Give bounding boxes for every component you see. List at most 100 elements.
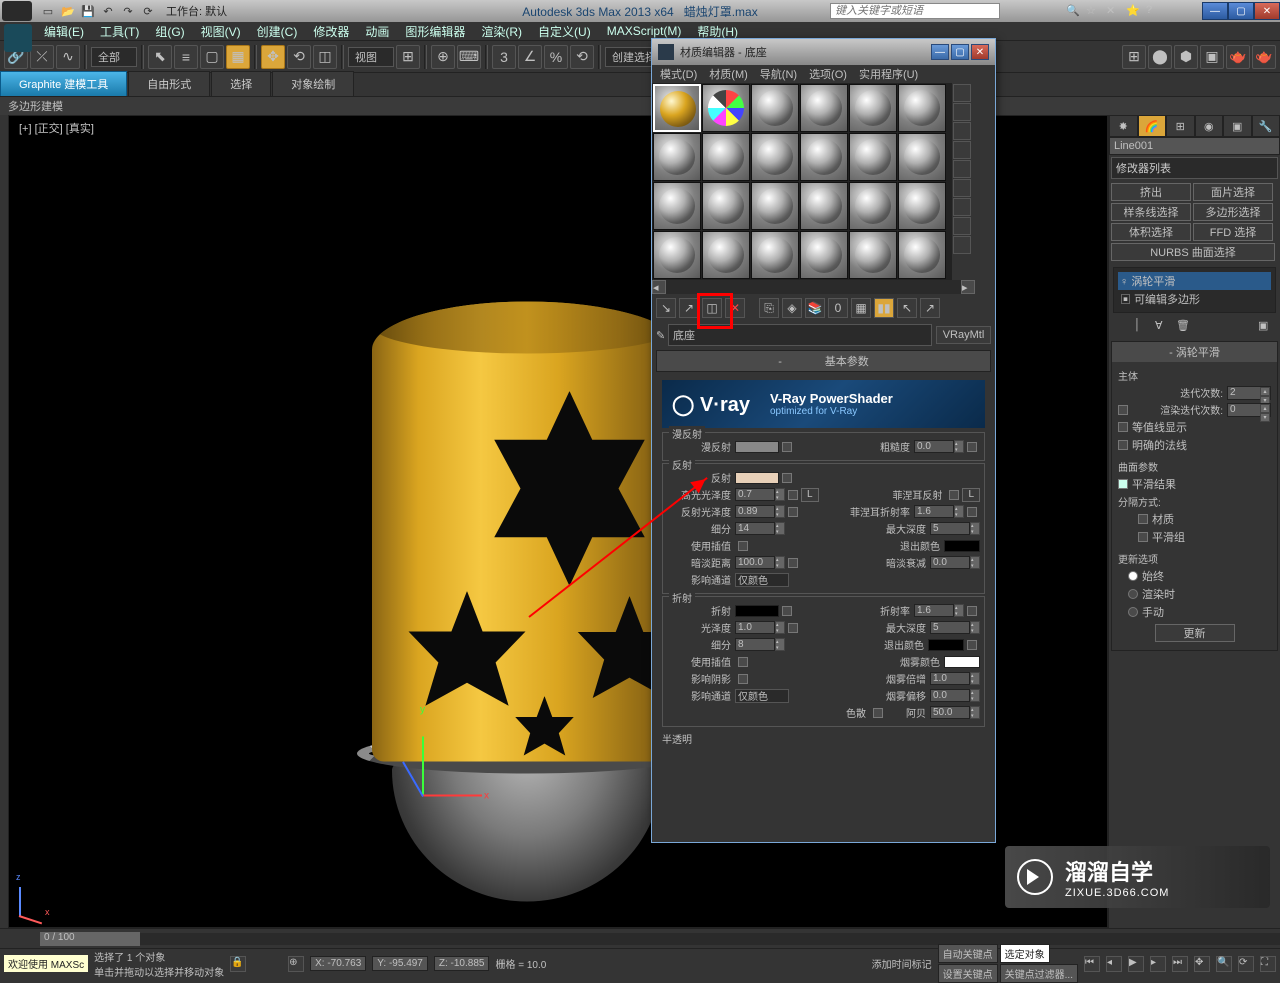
mat-maximize-button[interactable]: ▢	[951, 44, 969, 60]
options-icon[interactable]	[953, 198, 971, 216]
show-end-icon[interactable]: │	[1134, 319, 1152, 337]
selection-filter[interactable]: 全部	[91, 47, 137, 67]
display-tab-icon[interactable]: ▣	[1223, 115, 1252, 137]
rect-select-icon[interactable]: ▢	[200, 45, 224, 69]
render-frame-icon[interactable]: ▣	[1200, 45, 1224, 69]
modifier-stack[interactable]: ♀ 涡轮平滑 ▣ 可编辑多边形	[1113, 267, 1276, 313]
refract-gloss-map-checkbox[interactable]	[788, 623, 798, 633]
refract-maxdepth-spinner[interactable]: 5	[930, 621, 970, 634]
hilight-gloss-spinner[interactable]: 0.7	[735, 488, 775, 501]
schematic-icon[interactable]: ⊞	[1122, 45, 1146, 69]
stack-item-editable-poly[interactable]: ▣ 可编辑多边形	[1118, 290, 1271, 308]
menu-create[interactable]: 创建(C)	[249, 23, 306, 40]
fresnel-checkbox[interactable]	[949, 490, 959, 500]
refract-swatch[interactable]	[735, 605, 779, 617]
modifier-extrude[interactable]: 挤出	[1111, 183, 1191, 201]
modify-tab-icon[interactable]: 🌈	[1138, 115, 1167, 137]
modifier-nurbs-select[interactable]: NURBS 曲面选择	[1111, 243, 1275, 261]
mat-menu-options[interactable]: 选项(O)	[805, 66, 851, 82]
create-tab-icon[interactable]: ✸	[1109, 115, 1138, 137]
reflect-gloss-spinner[interactable]: 0.89	[735, 505, 775, 518]
material-slot-17[interactable]	[849, 182, 897, 230]
fresnel-ior-map-checkbox[interactable]	[967, 507, 977, 517]
undo-icon[interactable]: ↶	[100, 3, 116, 19]
spinner-snap-icon[interactable]: ⟲	[570, 45, 594, 69]
ref-coord-combo[interactable]: 视图	[348, 47, 394, 67]
remove-mod-icon[interactable]: 🗑	[1176, 319, 1194, 337]
preview-icon[interactable]	[953, 179, 971, 197]
add-time-tag[interactable]: 添加时间标记	[872, 956, 932, 971]
utilities-tab-icon[interactable]: 🔧	[1252, 115, 1280, 137]
material-slot-3[interactable]	[751, 84, 799, 132]
material-slot-22[interactable]	[800, 231, 848, 279]
fog-bias-spinner[interactable]: 0.0	[930, 689, 970, 702]
menu-modifier[interactable]: 修改器	[305, 23, 357, 40]
minimize-button[interactable]: —	[1202, 2, 1228, 20]
reflect-interp-checkbox[interactable]	[738, 541, 748, 551]
smooth-result-checkbox[interactable]	[1118, 479, 1128, 489]
redo-icon[interactable]: ↷	[120, 3, 136, 19]
refract-ior-spinner[interactable]: 1.6	[914, 604, 954, 617]
render-iter-spinner[interactable]: 0▴▾	[1227, 403, 1271, 417]
search-input[interactable]	[830, 3, 1000, 19]
z-field[interactable]: Z: -10.885	[434, 956, 490, 971]
stack-item-turbosmooth[interactable]: ♀ 涡轮平滑	[1118, 272, 1271, 290]
modifier-poly-select[interactable]: 多边形选择	[1193, 203, 1273, 221]
mat-menu-utils[interactable]: 实用程序(U)	[855, 66, 922, 82]
modifier-vol-select[interactable]: 体积选择	[1111, 223, 1191, 241]
abs-mode-icon[interactable]: ⊕	[288, 956, 304, 972]
refract-map-checkbox[interactable]	[782, 606, 792, 616]
uv-tile-icon[interactable]	[953, 141, 971, 159]
explicit-checkbox[interactable]	[1118, 440, 1128, 450]
refract-gloss-spinner[interactable]: 1.0	[735, 621, 775, 634]
communication-icon[interactable]: ☆	[1086, 4, 1100, 18]
play-next-icon[interactable]: ▸	[1150, 956, 1166, 972]
refract-interp-checkbox[interactable]	[738, 657, 748, 667]
dim-dist-checkbox[interactable]	[788, 558, 798, 568]
material-slot-21[interactable]	[751, 231, 799, 279]
play-end-icon[interactable]: ⏭	[1172, 956, 1188, 972]
lock-selection-icon[interactable]: 🔒	[230, 956, 246, 972]
material-slot-15[interactable]	[751, 182, 799, 230]
abbe-spinner[interactable]: 50.0	[930, 706, 970, 719]
window-crossing-icon[interactable]: ▦	[226, 45, 250, 69]
set-key-button[interactable]: 设置关键点	[938, 964, 998, 983]
material-slot-4[interactable]	[800, 84, 848, 132]
refract-affect-combo[interactable]: 仅颜色	[735, 689, 789, 703]
fog-mult-spinner[interactable]: 1.0	[930, 672, 970, 685]
menu-help[interactable]: 帮助(H)	[689, 23, 746, 40]
teapot-icon[interactable]: 🫖	[1226, 45, 1250, 69]
material-slot-18[interactable]	[898, 182, 946, 230]
roughness-spinner[interactable]: 0.0	[914, 440, 954, 453]
unique-icon[interactable]: ∀	[1155, 319, 1173, 337]
video-check-icon[interactable]	[953, 160, 971, 178]
background-icon[interactable]	[953, 122, 971, 140]
play-icon[interactable]: ▶	[1128, 956, 1144, 972]
app-icon[interactable]	[2, 1, 32, 21]
render-iter-checkbox[interactable]	[1118, 405, 1128, 415]
percent-snap-icon[interactable]: %	[544, 45, 568, 69]
put-to-scene-icon[interactable]: ↗	[679, 298, 699, 318]
motion-tab-icon[interactable]: ◉	[1195, 115, 1224, 137]
update-button[interactable]: 更新	[1155, 624, 1235, 642]
show-end-result-icon[interactable]: ▮▮	[874, 298, 894, 318]
move-tool-icon[interactable]: ✥	[261, 45, 285, 69]
render-setup-icon[interactable]: ⬢	[1174, 45, 1198, 69]
material-editor-icon[interactable]: ⬤	[1148, 45, 1172, 69]
unlink-tool-icon[interactable]: ⤫	[30, 45, 54, 69]
show-map-icon[interactable]: ▦	[851, 298, 871, 318]
save-icon[interactable]: 💾	[80, 3, 96, 19]
menu-render[interactable]: 渲染(R)	[473, 23, 530, 40]
bind-tool-icon[interactable]: ∿	[56, 45, 80, 69]
material-slot-12[interactable]	[898, 133, 946, 181]
reflect-affect-combo[interactable]: 仅颜色	[735, 573, 789, 587]
rotate-tool-icon[interactable]: ⟲	[287, 45, 311, 69]
scroll-right-icon[interactable]: ▸	[961, 280, 975, 294]
mat-menu-nav[interactable]: 导航(N)	[756, 66, 801, 82]
rollout-basic-params-header[interactable]: - 基本参数	[656, 350, 991, 372]
material-slot-6[interactable]	[898, 84, 946, 132]
keyboard-icon[interactable]: ⌨	[457, 45, 481, 69]
x-field[interactable]: X: -70.763	[310, 956, 366, 971]
render-radio[interactable]	[1128, 589, 1138, 599]
reflect-gloss-map-checkbox[interactable]	[788, 507, 798, 517]
